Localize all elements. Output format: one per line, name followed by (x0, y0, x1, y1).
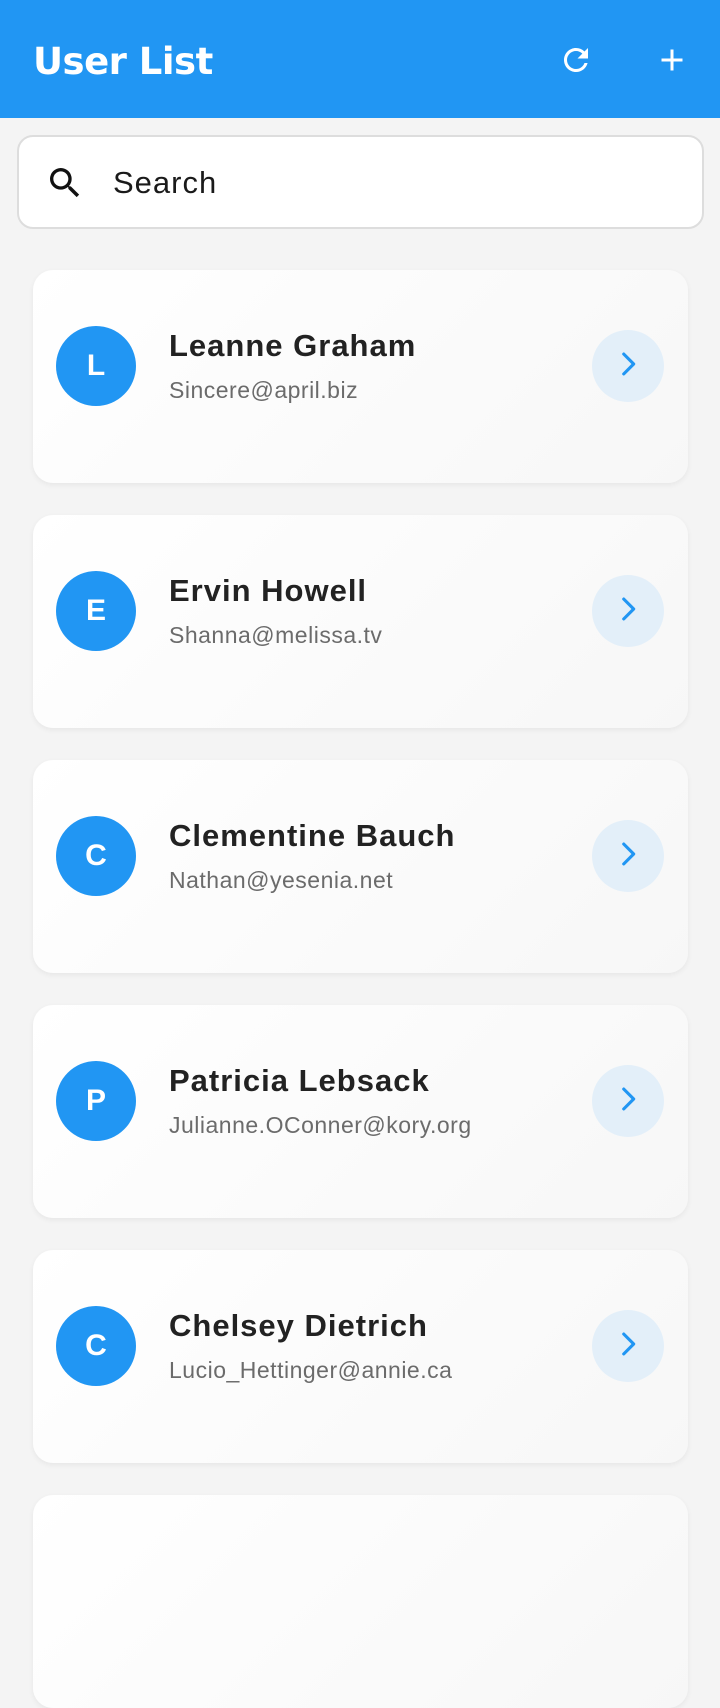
chevron-right-icon (611, 837, 645, 876)
user-email: Sincere@april.biz (169, 377, 359, 403)
user-email: Lucio_Hettinger@annie.ca (169, 1357, 453, 1383)
user-email: Julianne.OConner@kory.org (169, 1112, 472, 1138)
avatar: L (56, 326, 136, 406)
user-card[interactable] (33, 1495, 688, 1708)
chevron-right-icon (611, 347, 645, 386)
user-list: L Leanne Graham Sincere@april.biz E Ervin Ho… (0, 0, 720, 1708)
user-card[interactable]: P Patricia Lebsack Julianne.OConner@kory.o… (33, 1005, 688, 1218)
avatar: P (56, 1061, 136, 1141)
add-icon (654, 42, 690, 83)
user-name: Ervin Howell (169, 573, 368, 608)
search-icon (45, 163, 85, 203)
user-card[interactable]: E Ervin Howell Shanna@melissa.tv (33, 515, 688, 728)
user-name: Patricia Lebsack (169, 1063, 430, 1098)
user-card[interactable]: C Clementine Bauch Nathan@yesenia.net (33, 760, 688, 973)
user-email: Nathan@yesenia.net (169, 867, 394, 893)
refresh-button[interactable] (548, 32, 604, 92)
app-bar: User List (0, 0, 720, 118)
user-email: Shanna@melissa.tv (169, 622, 383, 648)
search-box[interactable] (17, 135, 704, 229)
user-name: Leanne Graham (169, 328, 417, 363)
user-name: Clementine Bauch (169, 818, 456, 853)
open-user-button[interactable] (592, 330, 664, 402)
page-title: User List (33, 40, 213, 83)
chevron-right-icon (611, 592, 645, 631)
avatar: C (56, 1306, 136, 1386)
open-user-button[interactable] (592, 1065, 664, 1137)
search-input[interactable] (113, 159, 673, 207)
open-user-button[interactable] (592, 1310, 664, 1382)
refresh-icon (558, 42, 594, 83)
user-card[interactable]: C Chelsey Dietrich Lucio_Hettinger@annie.c… (33, 1250, 688, 1463)
user-card[interactable]: L Leanne Graham Sincere@april.biz (33, 270, 688, 483)
open-user-button[interactable] (592, 575, 664, 647)
open-user-button[interactable] (592, 820, 664, 892)
avatar: E (56, 571, 136, 651)
chevron-right-icon (611, 1327, 645, 1366)
user-name: Chelsey Dietrich (169, 1308, 428, 1343)
chevron-right-icon (611, 1082, 645, 1121)
add-user-button[interactable] (644, 32, 700, 92)
avatar: C (56, 816, 136, 896)
